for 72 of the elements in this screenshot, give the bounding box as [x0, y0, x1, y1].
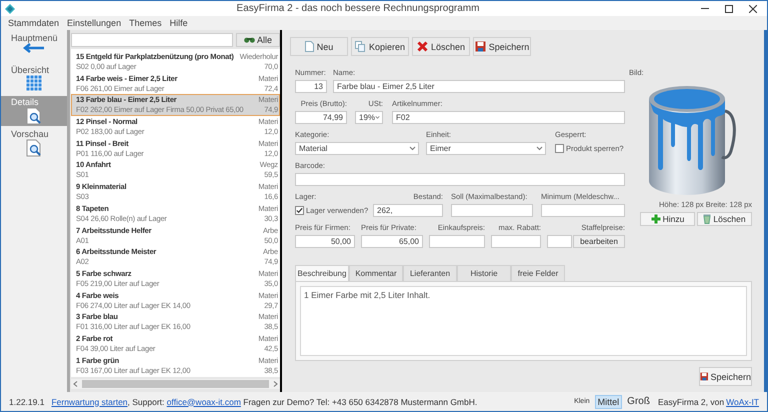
toolbar-button[interactable]: Speichern: [473, 37, 531, 56]
min-stock-field[interactable]: [541, 204, 625, 217]
tier-price-field[interactable]: [547, 235, 572, 248]
remote-support-link[interactable]: Fernwartung starten: [51, 396, 128, 406]
caret-icon: [536, 146, 543, 151]
close-icon: [416, 41, 428, 52]
tab[interactable]: Historie: [457, 265, 511, 281]
caret-icon: [375, 115, 380, 120]
version-text: 1.22.19.1: [9, 396, 44, 406]
category-select[interactable]: Material: [295, 142, 419, 155]
tab[interactable]: Kommentar: [349, 265, 403, 281]
recycle-bin-icon: [703, 214, 712, 224]
copy-icon: [354, 41, 366, 52]
image-button[interactable]: Löschen: [697, 212, 752, 226]
minimize-icon[interactable]: [701, 8, 709, 9]
email-link[interactable]: office@woax-it.com: [166, 396, 241, 406]
company-link[interactable]: WoAx-IT: [726, 396, 759, 406]
purchase-price-field[interactable]: [429, 235, 485, 248]
font-size-option[interactable]: Groß: [624, 394, 653, 409]
app-logo-icon: [5, 4, 15, 14]
credit-text: EasyFirma 2, von: [658, 396, 724, 406]
description-field[interactable]: 1 Eimer Farbe mit 2,5 Liter Inhalt.: [300, 286, 747, 356]
nav-item[interactable]: Hauptmenü: [1, 32, 67, 62]
filter-button[interactable]: Alle: [236, 33, 280, 47]
toolbar-button[interactable]: Löschen: [412, 37, 470, 56]
name-field[interactable]: Farbe blau - Eimer 2,5 Liter: [333, 80, 625, 93]
binoculars-icon: [244, 37, 255, 43]
price-field[interactable]: 74,99: [295, 111, 347, 124]
nav-item[interactable]: Übersicht: [1, 64, 67, 94]
toolbar-button[interactable]: Kopieren: [351, 37, 409, 56]
horizontal-scrollbar[interactable]: [71, 379, 280, 389]
window-title: EasyFirma 2 - das noch bessere Rechnungsprogramm: [236, 3, 480, 14]
number-field[interactable]: 13: [295, 80, 327, 93]
document-search-icon: [26, 139, 42, 157]
stock-field[interactable]: 262,: [373, 204, 443, 217]
menu-item[interactable]: Stammdaten: [8, 18, 60, 28]
status-text: Fernwartung starten, Support: office@woax-it.com Fragen zur Demo? Tel: +43 650 6342878 Mustermann GmbH.: [51, 396, 478, 406]
close-icon[interactable]: [749, 4, 757, 12]
unit-select[interactable]: Eimer: [426, 142, 546, 155]
nav-item[interactable]: Vorschau: [1, 128, 67, 158]
plus-icon: [650, 214, 661, 224]
menu-item[interactable]: Themes: [129, 18, 162, 28]
tab[interactable]: freie Felder: [511, 265, 565, 281]
checkbox[interactable]: [555, 144, 564, 153]
tax-select[interactable]: 19%: [355, 111, 383, 124]
company-price-field[interactable]: 50,00: [295, 235, 355, 248]
save-button[interactable]: Speichern: [699, 367, 752, 386]
document-icon: [304, 41, 314, 52]
article-number-field[interactable]: F02: [392, 111, 625, 124]
font-size-option[interactable]: Mittel: [594, 394, 622, 408]
max-stock-field[interactable]: [451, 204, 533, 217]
scroll-right-icon[interactable]: [273, 381, 278, 387]
private-price-field[interactable]: 65,00: [361, 235, 423, 248]
discount-field[interactable]: [491, 235, 541, 248]
search-field[interactable]: [71, 33, 233, 47]
document-search-icon: [26, 107, 42, 125]
image-button[interactable]: Hinzu: [640, 212, 695, 226]
menu-item[interactable]: Hilfe: [170, 18, 188, 28]
arrow-left-icon: [23, 43, 45, 53]
barcode-field[interactable]: [295, 173, 625, 186]
caret-icon: [409, 146, 416, 151]
grid-icon: [26, 75, 42, 91]
tab[interactable]: Lieferanten: [403, 265, 457, 281]
toolbar-button[interactable]: Neu: [290, 37, 348, 56]
tab[interactable]: Beschreibung: [295, 265, 349, 281]
maximize-icon[interactable]: [725, 4, 733, 12]
edit-button[interactable]: bearbeiten: [573, 235, 625, 248]
menu-item[interactable]: Einstellungen: [67, 18, 122, 28]
scroll-left-icon[interactable]: [73, 381, 78, 387]
save-icon: [474, 41, 486, 52]
save-icon: [700, 371, 708, 382]
checkbox[interactable]: [295, 206, 304, 215]
